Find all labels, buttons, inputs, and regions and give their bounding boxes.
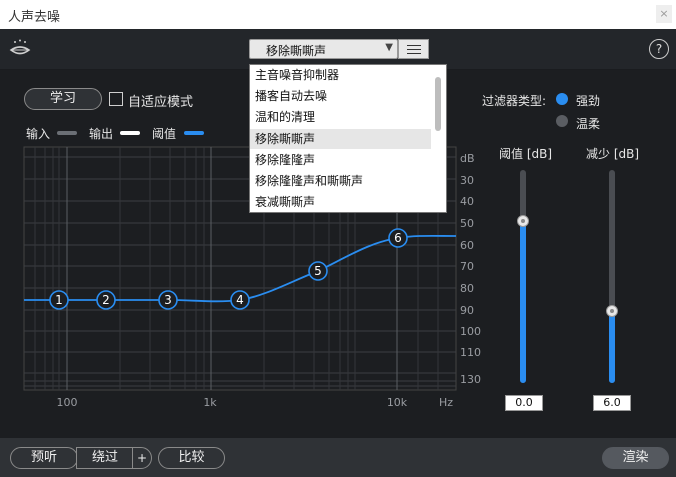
legend-threshold-label: 阈值 — [152, 127, 177, 141]
help-icon[interactable]: ? — [649, 39, 669, 59]
dropdown-item[interactable]: 移除隆隆声 — [255, 150, 431, 170]
preset-dropdown-list[interactable]: 主音噪音抑制器 播客自动去噪 温和的清理 移除嘶嘶声 移除隆隆声 移除隆隆声和嘶嘶声 衰减嘶… — [249, 64, 447, 213]
hamburger-icon — [407, 45, 421, 46]
threshold-value-field[interactable]: 0.0 — [505, 395, 543, 411]
adaptive-mode-checkbox[interactable] — [109, 92, 123, 106]
dropdown-scrollbar[interactable] — [435, 77, 441, 131]
title-bar: 人声去噪 × — [0, 0, 676, 29]
preset-value: 移除嘶嘶声 — [266, 44, 327, 58]
threshold-slider-fill — [520, 221, 526, 383]
adaptive-mode-label: 自适应模式 — [128, 95, 194, 110]
radio-strong[interactable] — [556, 93, 568, 105]
reduction-slider-fill — [609, 310, 615, 383]
dropdown-item[interactable]: 移除嘶嘶声 — [250, 128, 431, 149]
threshold-slider-label: 阈值 [dB] — [499, 147, 553, 161]
legend-output-label: 输出 — [89, 127, 114, 141]
reduction-value-field[interactable]: 6.0 — [593, 395, 631, 411]
radio-gentle[interactable] — [556, 115, 568, 127]
dropdown-item[interactable]: 温和的清理 — [255, 107, 431, 127]
preset-menu-button[interactable] — [398, 39, 429, 59]
legend-input-swatch — [57, 131, 77, 135]
dropdown-item[interactable]: 衰减嘶嘶声 — [255, 192, 431, 212]
render-button[interactable]: 渲染 — [602, 447, 669, 469]
reduction-slider-label: 减少 [dB] — [586, 147, 640, 161]
bypass-button[interactable]: 绕过 — [76, 447, 134, 469]
compare-button[interactable]: 比较 — [158, 447, 225, 469]
close-icon[interactable]: × — [656, 5, 672, 23]
reduction-slider-thumb[interactable] — [606, 304, 618, 317]
dropdown-item[interactable]: 移除隆隆声和嘶嘶声 — [255, 171, 431, 191]
filter-type-label: 过滤器类型: — [482, 94, 547, 108]
radio-strong-label: 强劲 — [576, 94, 601, 108]
legend-input-label: 输入 — [26, 127, 51, 141]
radio-gentle-label: 温柔 — [576, 117, 601, 131]
preset-select[interactable]: 移除嘶嘶声 ▼ — [249, 39, 398, 59]
legend-threshold-swatch — [184, 131, 204, 135]
preview-button[interactable]: 预听 — [10, 447, 78, 469]
learn-button[interactable]: 学习 — [24, 88, 102, 110]
legend-output-swatch — [120, 131, 140, 135]
dropdown-item[interactable]: 播客自动去噪 — [255, 86, 431, 106]
mouth-logo-icon — [9, 39, 31, 55]
chevron-down-icon: ▼ — [385, 42, 393, 53]
dropdown-item[interactable]: 主音噪音抑制器 — [255, 65, 431, 85]
window-title: 人声去噪 — [8, 10, 61, 25]
threshold-slider-thumb[interactable] — [517, 215, 529, 228]
